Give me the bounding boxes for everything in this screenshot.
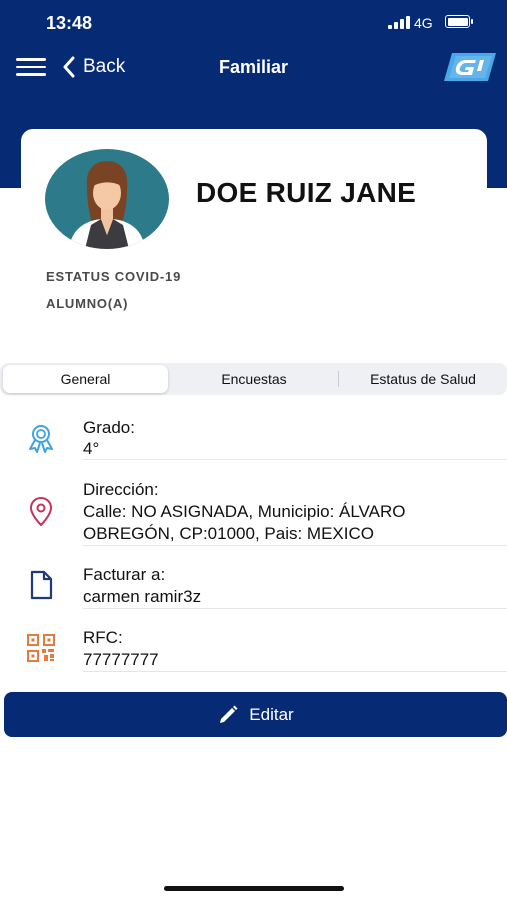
grado-label: Grado: [83, 418, 135, 437]
status-time: 13:48 [46, 13, 93, 33]
rfc-label: RFC: [83, 628, 123, 647]
tab-encuestas[interactable]: Encuestas [170, 363, 338, 395]
tab-estatus-de-salud[interactable]: Estatus de Salud [339, 363, 507, 395]
grado-value: 4° [83, 439, 100, 458]
network-type: 4G [414, 15, 433, 31]
segmented-tabs: General Encuestas Estatus de Salud [0, 363, 507, 395]
rfc-value: 77777777 [83, 650, 159, 669]
divider [83, 671, 507, 672]
pencil-icon [220, 705, 238, 723]
divider [83, 608, 507, 609]
covid-status-label: ESTATUS COVID-19 [46, 269, 182, 284]
app-logo-icon [444, 53, 496, 81]
direccion-value-line2: OBREGÓN, CP:01000, Pais: MEXICO [83, 524, 374, 543]
facturar-label: Facturar a: [83, 565, 166, 584]
signal-icon [388, 16, 410, 29]
info-row-facturar: Facturar a: carmen ramir3z [0, 561, 507, 609]
info-row-direccion: Dirección: Calle: NO ASIGNADA, Municipio… [0, 476, 507, 546]
profile-name: DOE RUIZ JANE [196, 177, 417, 208]
navigation-bar: Back Familiar [0, 44, 507, 90]
info-row-grado: Grado: 4° [0, 412, 507, 460]
battery-icon [445, 15, 473, 28]
qr-code-icon [27, 634, 55, 662]
divider [83, 459, 507, 460]
edit-button-label: Editar [249, 704, 294, 724]
direccion-value-line1: Calle: NO ASIGNADA, Municipio: ÁLVARO [83, 502, 406, 521]
document-icon [30, 570, 53, 600]
direccion-label: Dirección: [83, 480, 159, 499]
home-indicator [164, 886, 344, 891]
profile-card: DOE RUIZ JANE ESTATUS COVID-19 ALUMNO(A) [21, 129, 487, 349]
page-title: Familiar [218, 57, 289, 77]
status-bar: 13:48 4G [0, 0, 507, 44]
divider [83, 545, 507, 546]
tab-general[interactable]: General [3, 365, 168, 393]
info-row-rfc: RFC: 77777777 [0, 624, 507, 672]
award-icon [29, 425, 53, 453]
edit-button[interactable]: Editar [4, 692, 507, 737]
avatar [45, 149, 169, 249]
facturar-value: carmen ramir3z [83, 587, 202, 606]
profile-role: ALUMNO(A) [46, 296, 129, 311]
location-pin-icon [30, 497, 52, 526]
